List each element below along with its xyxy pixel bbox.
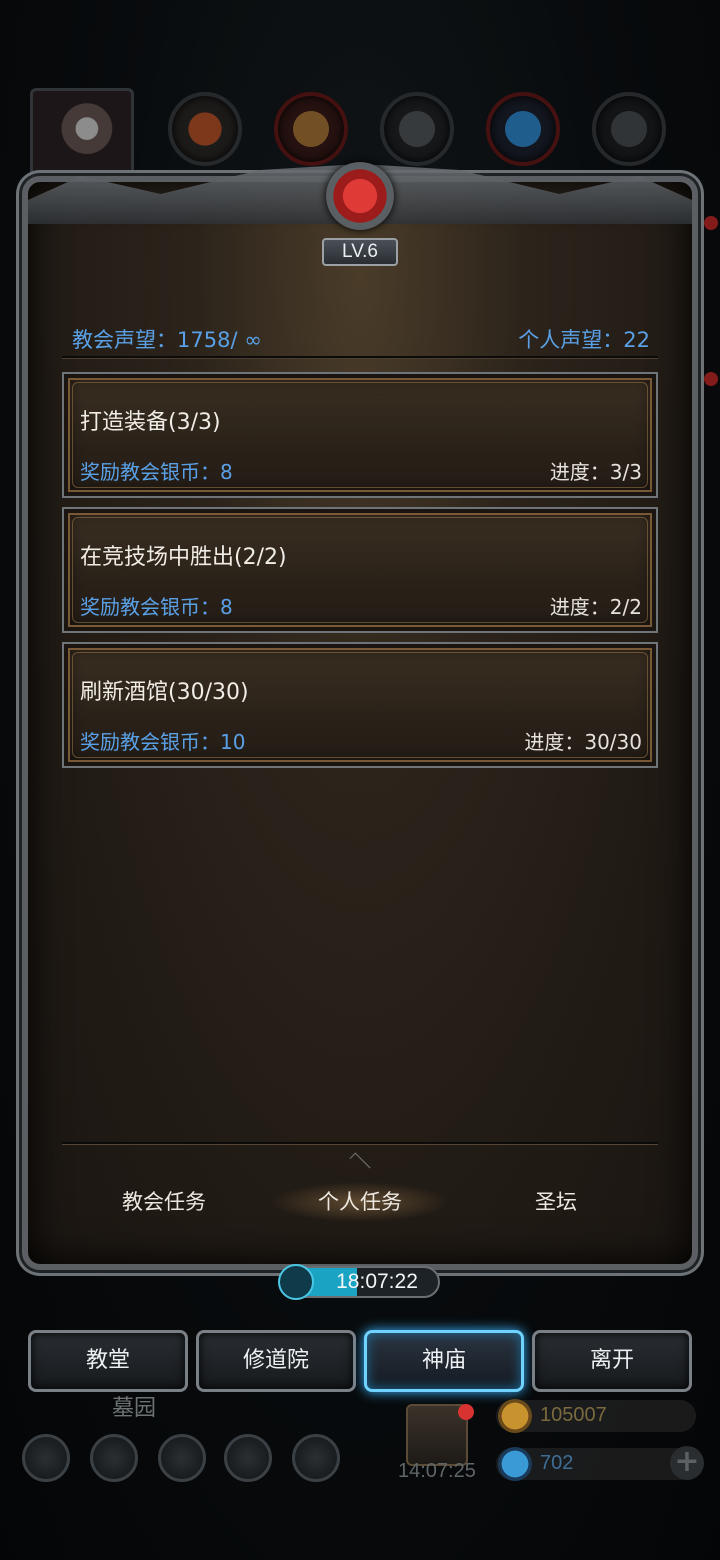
timer-text: 18:07:22 xyxy=(336,1270,418,1293)
church-emblem-icon xyxy=(326,162,394,230)
task-title: 打造装备(3/3) xyxy=(80,410,221,435)
temple-button[interactable]: 神庙 xyxy=(364,1330,524,1392)
task-reward: 奖励教会银币：10 xyxy=(80,730,246,754)
gem-icon xyxy=(498,1447,532,1481)
settings-icon[interactable] xyxy=(22,1434,70,1482)
add-currency-button[interactable]: + xyxy=(670,1446,704,1480)
tab-divider xyxy=(62,1142,658,1144)
level-badge: LV.6 xyxy=(322,238,398,266)
task-progress: 进度：30/30 xyxy=(524,730,642,754)
church-reputation: 教会声望：1758/ ∞ xyxy=(72,328,262,352)
task-card[interactable]: 打造装备(3/3) 奖励教会银币：8 进度：3/3 xyxy=(62,372,658,498)
gold-coin-icon xyxy=(498,1399,532,1433)
friends-icon[interactable] xyxy=(292,1434,340,1482)
personal-reputation: 个人声望：22 xyxy=(518,328,650,352)
tab-church-tasks[interactable]: 教会任务 xyxy=(74,1182,254,1222)
task-card[interactable]: 刷新酒馆(30/30) 奖励教会银币：10 进度：30/30 xyxy=(62,642,658,768)
task-card[interactable]: 在竞技场中胜出(2/2) 奖励教会银币：8 进度：2/2 xyxy=(62,507,658,633)
game-screen: 3 4949 1395 3399 33398 LV.6 教会声望：1758/ ∞… xyxy=(0,0,720,1560)
task-title: 在竞技场中胜出(2/2) xyxy=(80,545,287,570)
mail-icon[interactable] xyxy=(224,1434,272,1482)
task-title: 刷新酒馆(30/30) xyxy=(80,680,249,705)
monastery-button[interactable]: 修道院 xyxy=(196,1330,356,1392)
task-progress: 进度：3/3 xyxy=(549,460,642,484)
leave-button[interactable]: 离开 xyxy=(532,1330,692,1392)
gem-value: 702 xyxy=(540,1452,574,1474)
notification-dot xyxy=(458,1404,474,1420)
tab-altar[interactable]: 圣坛 xyxy=(466,1182,646,1222)
divider xyxy=(62,356,658,358)
ranking-icon[interactable] xyxy=(158,1434,206,1482)
tab-personal-tasks[interactable]: 个人任务 xyxy=(270,1182,450,1222)
gift-timer: 14:07:25 xyxy=(398,1460,476,1482)
church-button[interactable]: 教堂 xyxy=(28,1330,188,1392)
gold-value: 105007 xyxy=(540,1404,607,1426)
clock-icon xyxy=(278,1264,314,1300)
refresh-timer: 18:07:22 xyxy=(278,1264,440,1300)
task-reward: 奖励教会银币：8 xyxy=(80,460,233,484)
task-progress: 进度：2/2 xyxy=(549,595,642,619)
achievement-icon[interactable] xyxy=(90,1434,138,1482)
location-label: 墓园 xyxy=(112,1396,157,1421)
reputation-row: 教会声望：1758/ ∞ 个人声望：22 xyxy=(72,324,650,356)
task-reward: 奖励教会银币：8 xyxy=(80,595,233,619)
